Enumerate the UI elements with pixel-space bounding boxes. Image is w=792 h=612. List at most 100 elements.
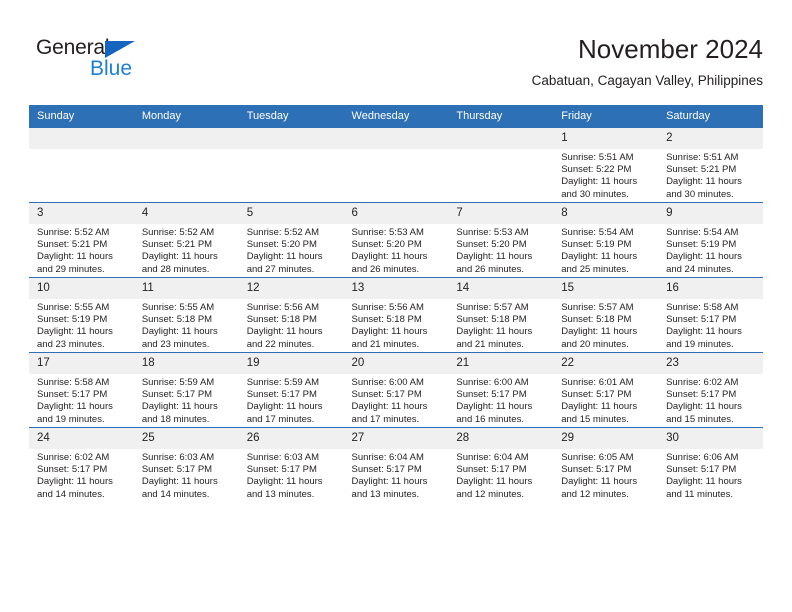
calendar-day-cell[interactable]: 9 Sunrise: 5:54 AM Sunset: 5:19 PM Daylight… (658, 202, 763, 278)
calendar-day-cell[interactable]: 2 Sunrise: 5:51 AM Sunset: 5:21 PM Daylight… (658, 128, 763, 203)
day-number: 14 (448, 278, 554, 299)
day-sun-details: Sunrise: 5:52 AM Sunset: 5:20 PM Daylight:… (239, 224, 344, 276)
calendar-day-cell[interactable]: 21 Sunrise: 6:00 AM Sunset: 5:17 PM Dayligh… (448, 352, 554, 428)
day-number: 2 (658, 128, 763, 149)
calendar-day-cell[interactable]: 11 Sunrise: 5:55 AM Sunset: 5:18 PM Dayligh… (133, 277, 239, 353)
sunrise-text: Sunrise: 5:57 AM (561, 302, 634, 313)
day-sun-details: Sunrise: 6:04 AM Sunset: 5:17 PM Daylight:… (448, 449, 553, 501)
calendar-day-cell[interactable]: 1 Sunrise: 5:51 AM Sunset: 5:22 PM Daylight… (553, 128, 659, 203)
sunset-text: Sunset: 5:21 PM (666, 164, 737, 176)
day-number (133, 128, 239, 149)
calendar-day-cell[interactable]: 24 Sunrise: 6:02 AM Sunset: 5:17 PM Dayligh… (29, 427, 134, 502)
calendar-day-cell[interactable]: 3 Sunrise: 5:52 AM Sunset: 5:21 PM Daylight… (29, 202, 134, 278)
sunrise-text: Sunrise: 5:55 AM (141, 302, 215, 313)
daylight-text: Daylight: 11 hours and 18 minutes. (141, 401, 218, 425)
day-number: 15 (553, 278, 659, 299)
sunrise-text: Sunrise: 6:06 AM (666, 452, 739, 463)
sunrise-text: Sunrise: 5:57 AM (456, 302, 529, 313)
day-sun-details: Sunrise: 5:51 AM Sunset: 5:21 PM Daylight:… (658, 149, 763, 201)
day-sun-details: Sunrise: 5:57 AM Sunset: 5:18 PM Daylight:… (553, 299, 658, 351)
sunrise-text: Sunrise: 5:58 AM (666, 302, 739, 313)
day-number: 9 (658, 203, 763, 224)
calendar-day-cell[interactable]: 12 Sunrise: 5:56 AM Sunset: 5:18 PM Dayligh… (238, 277, 344, 353)
calendar-day-cell[interactable]: 8 Sunrise: 5:54 AM Sunset: 5:19 PM Daylight… (553, 202, 659, 278)
day-number: 30 (658, 428, 763, 449)
calendar-day-cell[interactable]: 20 Sunrise: 6:00 AM Sunset: 5:17 PM Dayligh… (343, 352, 449, 428)
weekday-header-monday: Monday (133, 105, 239, 128)
sunset-text: Sunset: 5:22 PM (561, 164, 632, 176)
calendar-day-cell[interactable]: 25 Sunrise: 6:03 AM Sunset: 5:17 PM Dayligh… (133, 427, 239, 502)
day-sun-details: Sunrise: 6:02 AM Sunset: 5:17 PM Daylight:… (29, 449, 134, 501)
calendar-day-cell[interactable]: 14 Sunrise: 5:57 AM Sunset: 5:18 PM Dayligh… (448, 277, 554, 353)
calendar-day-cell[interactable]: 13 Sunrise: 5:56 AM Sunset: 5:18 PM Dayligh… (343, 277, 449, 353)
calendar-page: General Blue November 2024 Cabatuan, Cag… (0, 0, 792, 612)
calendar-day-cell[interactable]: 30 Sunrise: 6:06 AM Sunset: 5:17 PM Dayligh… (658, 427, 763, 502)
calendar-day-cell[interactable]: 18 Sunrise: 5:59 AM Sunset: 5:17 PM Dayligh… (133, 352, 239, 428)
calendar-day-cell[interactable]: 16 Sunrise: 5:58 AM Sunset: 5:17 PM Dayligh… (658, 277, 763, 353)
daylight-text: Daylight: 11 hours and 26 minutes. (456, 251, 533, 275)
day-sun-details: Sunrise: 5:57 AM Sunset: 5:18 PM Daylight:… (448, 299, 553, 351)
day-sun-details: Sunrise: 5:58 AM Sunset: 5:17 PM Daylight:… (658, 299, 763, 351)
daylight-text: Daylight: 11 hours and 12 minutes. (456, 476, 533, 500)
daylight-text: Daylight: 11 hours and 21 minutes. (351, 326, 428, 350)
calendar-day-cell-empty (343, 128, 449, 203)
sunrise-text: Sunrise: 5:59 AM (246, 377, 320, 388)
calendar-week-row: 3 Sunrise: 5:52 AM Sunset: 5:21 PM Daylight… (29, 202, 763, 278)
logo-text-blue: Blue (90, 57, 133, 80)
sunrise-text: Sunrise: 6:01 AM (561, 377, 634, 388)
calendar-day-cell[interactable]: 4 Sunrise: 5:52 AM Sunset: 5:21 PM Daylight… (133, 202, 239, 278)
calendar-day-cell[interactable]: 5 Sunrise: 5:52 AM Sunset: 5:20 PM Daylight… (238, 202, 344, 278)
day-sun-details: Sunrise: 5:51 AM Sunset: 5:22 PM Daylight:… (553, 149, 658, 201)
sunset-text: Sunset: 5:18 PM (246, 314, 317, 326)
day-sun-details: Sunrise: 6:03 AM Sunset: 5:17 PM Daylight:… (239, 449, 344, 501)
sunrise-text: Sunrise: 5:52 AM (246, 227, 320, 238)
daylight-text: Daylight: 11 hours and 28 minutes. (141, 251, 218, 275)
title-block: November 2024 Cabatuan, Cagayan Valley, … (532, 33, 763, 89)
day-sun-details: Sunrise: 6:06 AM Sunset: 5:17 PM Daylight:… (658, 449, 763, 501)
calendar-day-cell[interactable]: 15 Sunrise: 5:57 AM Sunset: 5:18 PM Dayligh… (553, 277, 659, 353)
day-number: 19 (238, 353, 344, 374)
sunset-text: Sunset: 5:18 PM (456, 314, 527, 326)
day-number: 27 (343, 428, 449, 449)
calendar-day-cell[interactable]: 19 Sunrise: 5:59 AM Sunset: 5:17 PM Dayligh… (238, 352, 344, 428)
day-number (238, 128, 344, 149)
day-number: 10 (29, 278, 134, 299)
daylight-text: Daylight: 11 hours and 14 minutes. (37, 476, 113, 500)
sunrise-text: Sunrise: 5:58 AM (37, 377, 110, 388)
daylight-text: Daylight: 11 hours and 11 minutes. (666, 476, 742, 500)
calendar-day-cell[interactable]: 23 Sunrise: 6:02 AM Sunset: 5:17 PM Dayligh… (658, 352, 763, 428)
sunset-text: Sunset: 5:17 PM (666, 389, 737, 401)
calendar-week-row: 17 Sunrise: 5:58 AM Sunset: 5:17 PM Dayligh… (29, 352, 763, 428)
daylight-text: Daylight: 11 hours and 27 minutes. (246, 251, 323, 275)
sunset-text: Sunset: 5:17 PM (561, 389, 632, 401)
day-sun-details: Sunrise: 6:03 AM Sunset: 5:17 PM Daylight:… (134, 449, 239, 501)
sunset-text: Sunset: 5:20 PM (456, 239, 527, 251)
sunset-text: Sunset: 5:17 PM (456, 464, 527, 476)
daylight-text: Daylight: 11 hours and 17 minutes. (246, 401, 323, 425)
calendar-day-cell[interactable]: 27 Sunrise: 6:04 AM Sunset: 5:17 PM Dayligh… (343, 427, 449, 502)
weekday-header-thursday: Thursday (448, 105, 554, 128)
day-sun-details: Sunrise: 5:54 AM Sunset: 5:19 PM Daylight:… (553, 224, 658, 276)
sunset-text: Sunset: 5:17 PM (246, 464, 317, 476)
calendar-day-cell[interactable]: 10 Sunrise: 5:55 AM Sunset: 5:19 PM Dayligh… (29, 277, 134, 353)
calendar-day-cell[interactable]: 7 Sunrise: 5:53 AM Sunset: 5:20 PM Daylight… (448, 202, 554, 278)
sunrise-text: Sunrise: 5:53 AM (456, 227, 529, 238)
day-number: 8 (553, 203, 659, 224)
sunset-text: Sunset: 5:17 PM (666, 314, 737, 326)
calendar-day-cell[interactable]: 17 Sunrise: 5:58 AM Sunset: 5:17 PM Dayligh… (29, 352, 134, 428)
day-number: 21 (448, 353, 554, 374)
sunset-text: Sunset: 5:19 PM (561, 239, 632, 251)
day-sun-details: Sunrise: 6:02 AM Sunset: 5:17 PM Daylight:… (658, 374, 763, 426)
daylight-text: Daylight: 11 hours and 13 minutes. (351, 476, 428, 500)
calendar-day-cell[interactable]: 29 Sunrise: 6:05 AM Sunset: 5:17 PM Dayligh… (553, 427, 659, 502)
general-blue-logo[interactable]: General Blue (36, 36, 216, 88)
calendar-day-cell[interactable]: 28 Sunrise: 6:04 AM Sunset: 5:17 PM Dayligh… (448, 427, 554, 502)
sunset-text: Sunset: 5:21 PM (141, 239, 213, 251)
calendar-day-cell[interactable]: 22 Sunrise: 6:01 AM Sunset: 5:17 PM Dayligh… (553, 352, 659, 428)
day-number: 11 (133, 278, 239, 299)
sunset-text: Sunset: 5:17 PM (351, 389, 422, 401)
day-number: 13 (343, 278, 449, 299)
calendar-day-cell[interactable]: 6 Sunrise: 5:53 AM Sunset: 5:20 PM Daylight… (343, 202, 449, 278)
calendar-day-cell[interactable]: 26 Sunrise: 6:03 AM Sunset: 5:17 PM Dayligh… (238, 427, 344, 502)
sunset-text: Sunset: 5:20 PM (351, 239, 422, 251)
